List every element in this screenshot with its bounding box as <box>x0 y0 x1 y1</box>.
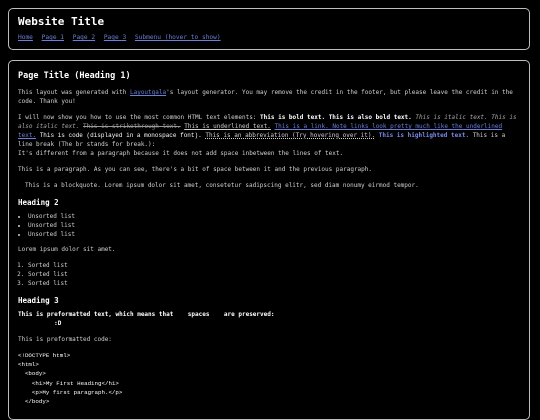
nav-page-3[interactable]: Page 3 <box>104 34 126 41</box>
page-title: Page Title (Heading 1) <box>18 71 131 81</box>
code-text: This is code (displayed in a monospace f… <box>39 132 202 139</box>
elements-paragraph: I will now show you how to use the most … <box>18 113 520 158</box>
main-nav: Home Page 1 Page 2 Page 3 Submenu (hover… <box>18 33 520 42</box>
unsorted-list: Unsorted list Unsorted list Unsorted lis… <box>18 212 520 239</box>
nav-submenu[interactable]: Submenu (hover to show) <box>135 34 221 41</box>
site-header: Website Title Home Page 1 Page 2 Page 3 … <box>8 8 530 50</box>
list-item: Sorted list <box>28 279 520 288</box>
credit-link[interactable]: Layoutgala <box>130 89 166 96</box>
list-item: Unsorted list <box>28 221 520 230</box>
paragraph: This is a paragraph. As you can see, the… <box>18 166 373 173</box>
after-break-text: It's different from a paragraph because … <box>18 150 344 157</box>
site-title: Website Title <box>18 15 105 28</box>
nav-page-1[interactable]: Page 1 <box>42 34 64 41</box>
heading-2: Heading 2 <box>18 198 59 207</box>
list-item: Sorted list <box>28 270 520 279</box>
lorem-text: Lorem ipsum dolor sit amet. <box>18 246 116 253</box>
italic-text: This is italic text. <box>415 114 488 121</box>
heading-3: Heading 3 <box>18 296 59 305</box>
nav-page-2[interactable]: Page 2 <box>73 34 95 41</box>
preformatted-text: This is preformatted text, which means t… <box>18 311 275 327</box>
sorted-list: Sorted list Sorted list Sorted list <box>18 261 520 288</box>
nav-home[interactable]: Home <box>18 34 33 41</box>
intro-text: This layout was generated with <box>18 89 130 96</box>
main-content: Page Title (Heading 1) This layout was g… <box>8 60 530 420</box>
intro-paragraph: This layout was generated with Layoutgal… <box>18 88 520 106</box>
also-bold-text: This is also bold text. <box>328 114 412 121</box>
list-item: Sorted list <box>28 261 520 270</box>
highlighted-text: This is highlighted text. <box>378 132 470 139</box>
strikethrough-text: This is strikethrough text. <box>83 123 181 130</box>
list-item: Unsorted list <box>28 230 520 239</box>
bold-text: This is bold text. <box>260 114 326 121</box>
blockquote: This is a blockquote. Lorem ipsum dolor … <box>25 182 419 189</box>
preformatted-code-label: This is preformatted code: <box>18 336 112 343</box>
code-block: <!DOCTYPE html> <html> <body> <h1>My Fir… <box>18 352 123 406</box>
abbreviation-text: This is an abbreviation (Try hovering ov… <box>205 132 376 139</box>
elements-lead: I will now show you how to use the most … <box>18 114 261 121</box>
underlined-text: This is underlined text. <box>184 123 271 130</box>
list-item: Unsorted list <box>28 212 520 221</box>
